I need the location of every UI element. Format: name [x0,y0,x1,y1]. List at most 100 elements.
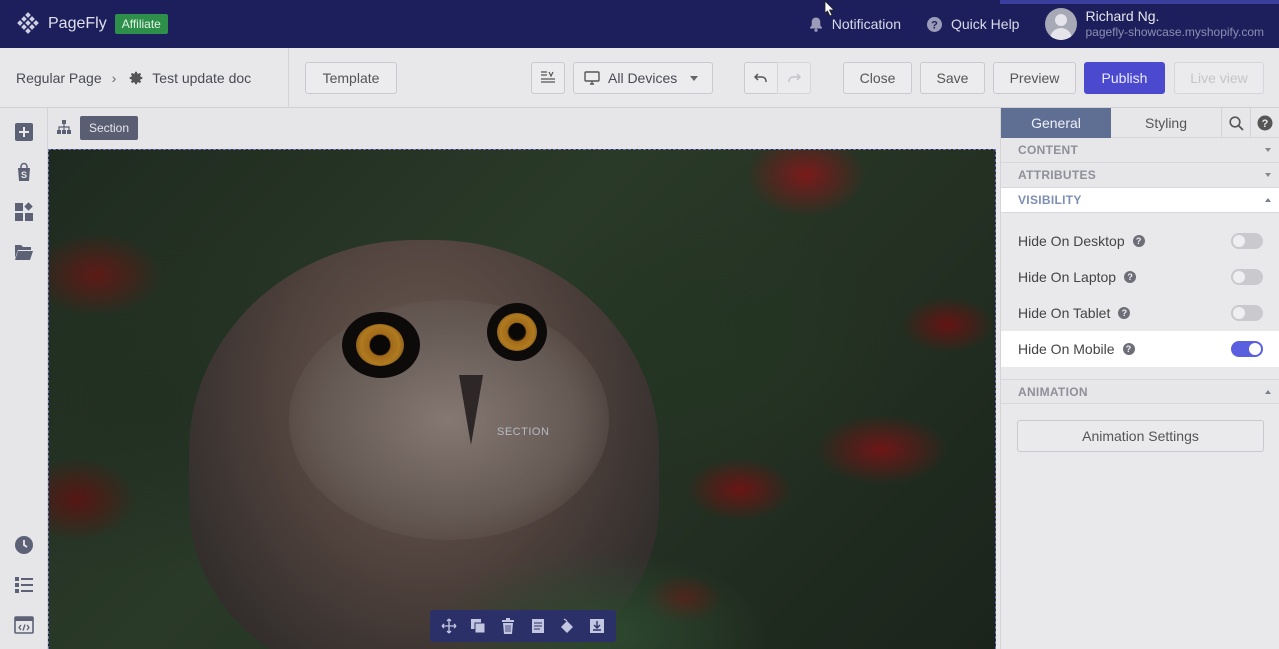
hide-on-laptop-label: Hide On Laptop [1018,269,1117,285]
mouse-cursor-icon [824,0,835,16]
undo-icon [754,73,767,82]
page-canvas[interactable]: SECTION [48,149,996,649]
widgets-icon [15,202,33,221]
save-button[interactable]: Save [920,62,985,94]
outline-button[interactable] [12,573,36,597]
text-lines-icon [541,71,555,83]
settings-panel: General Styling ? CONTENT ATTRIBUTES VIS… [1000,108,1279,649]
monitor-icon [584,71,600,85]
move-button[interactable] [438,615,460,637]
template-button[interactable]: Template [305,62,397,94]
plus-square-icon [15,123,33,141]
chevron-up-icon [1265,198,1271,202]
breadcrumb-root[interactable]: Regular Page [16,70,102,86]
hide-on-desktop-toggle[interactable] [1231,233,1263,249]
close-button[interactable]: Close [843,62,912,94]
hide-on-laptop-row: Hide On Laptop? [1001,259,1279,295]
text-align-button[interactable] [531,62,565,94]
brand[interactable]: PageFly Affiliate [0,12,168,36]
redo-icon [788,73,801,82]
help-icon[interactable]: ? [1124,271,1137,283]
content-section-title: CONTENT [1018,143,1079,157]
redo-button[interactable] [777,62,811,94]
animation-section-header[interactable]: ANIMATION [1001,379,1279,404]
hide-on-desktop-label: Hide On Desktop [1018,233,1125,249]
canvas-header: Section [48,108,1000,149]
editor-toolbar: Regular Page › Test update doc Template … [0,48,1279,108]
user-shop: pagefly-showcase.myshopify.com [1085,25,1264,39]
device-select-label: All Devices [608,70,678,86]
chevron-up-icon [1265,389,1271,394]
undo-button[interactable] [744,62,778,94]
quick-help-label: Quick Help [951,16,1020,32]
doc-name: Test update doc [152,70,252,86]
chevron-down-icon [1265,148,1271,152]
help-circle-icon: ? [1257,115,1273,131]
download-button[interactable] [586,615,608,637]
notification-label: Notification [831,16,901,32]
quick-help-link[interactable]: ? Quick Help [927,16,1019,32]
folder-open-icon [15,245,33,260]
download-box-icon [590,619,605,633]
avatar [1045,8,1078,40]
sitemap-icon[interactable] [56,119,72,135]
element-toolbar [430,610,616,642]
left-sidebar: S [0,108,48,649]
device-select[interactable]: All Devices [573,62,713,94]
help-icon[interactable]: ? [1122,343,1135,355]
preview-button[interactable]: Preview [993,62,1076,94]
visibility-options: Hide On Desktop? Hide On Laptop? Hide On… [1001,213,1279,367]
clock-icon [15,536,33,554]
hide-on-tablet-toggle[interactable] [1231,305,1263,321]
attributes-section-title: ATTRIBUTES [1018,168,1097,182]
notification-link[interactable]: Notification [809,16,901,32]
animation-section-title: ANIMATION [1018,384,1088,399]
code-button[interactable] [12,613,36,637]
tab-styling[interactable]: Styling [1111,108,1221,138]
gear-icon [129,71,143,85]
pages-button[interactable] [12,240,36,264]
attributes-section-header[interactable]: ATTRIBUTES [1001,163,1279,188]
history-button[interactable] [12,533,36,557]
user-menu[interactable]: Richard Ng. pagefly-showcase.myshopify.c… [1045,8,1264,40]
components-button[interactable] [12,200,36,224]
pagefly-logo-icon [17,12,39,34]
help-icon[interactable]: ? [1118,307,1131,319]
panel-tabs: General Styling ? [1001,108,1279,138]
page-settings-link[interactable]: Test update doc [128,70,251,86]
help-icon[interactable]: ? [1132,235,1145,247]
publish-button[interactable]: Publish [1084,62,1165,94]
panel-search-button[interactable] [1221,108,1250,138]
hide-on-tablet-row: Hide On Tablet? [1001,295,1279,331]
bell-icon [809,17,822,32]
add-element-button[interactable] [12,120,36,144]
panel-help-button[interactable]: ? [1250,108,1279,138]
chevron-down-icon [1265,173,1271,177]
style-button[interactable] [556,615,578,637]
selected-element-chip[interactable]: Section [80,116,139,140]
toolbar-divider [288,48,289,108]
hide-on-mobile-toggle[interactable] [1231,341,1263,357]
save-as-section-button[interactable] [527,615,549,637]
visibility-section-title: VISIBILITY [1018,193,1082,207]
hide-on-mobile-row: Hide On Mobile? [1001,331,1279,367]
help-circle-icon: ? [927,16,942,32]
copy-icon [471,619,486,634]
document-icon [531,619,544,633]
animation-settings-button[interactable]: Animation Settings [1017,420,1264,452]
shopify-button[interactable]: S [12,160,36,184]
live-view-button[interactable]: Live view [1174,62,1264,94]
content-section-header[interactable]: CONTENT [1001,138,1279,163]
visibility-section-header[interactable]: VISIBILITY [1001,188,1279,213]
affiliate-badge[interactable]: Affiliate [114,14,168,34]
duplicate-button[interactable] [467,615,489,637]
tab-general[interactable]: General [1001,108,1111,138]
hide-on-tablet-label: Hide On Tablet [1018,305,1111,321]
breadcrumb: Regular Page › Test update doc [16,48,251,108]
list-icon [15,577,33,593]
section-overlay-label: SECTION [497,426,550,438]
delete-button[interactable] [497,615,519,637]
svg-text:S: S [21,170,27,180]
shopify-bag-icon: S [18,162,30,181]
hide-on-laptop-toggle[interactable] [1231,269,1263,285]
